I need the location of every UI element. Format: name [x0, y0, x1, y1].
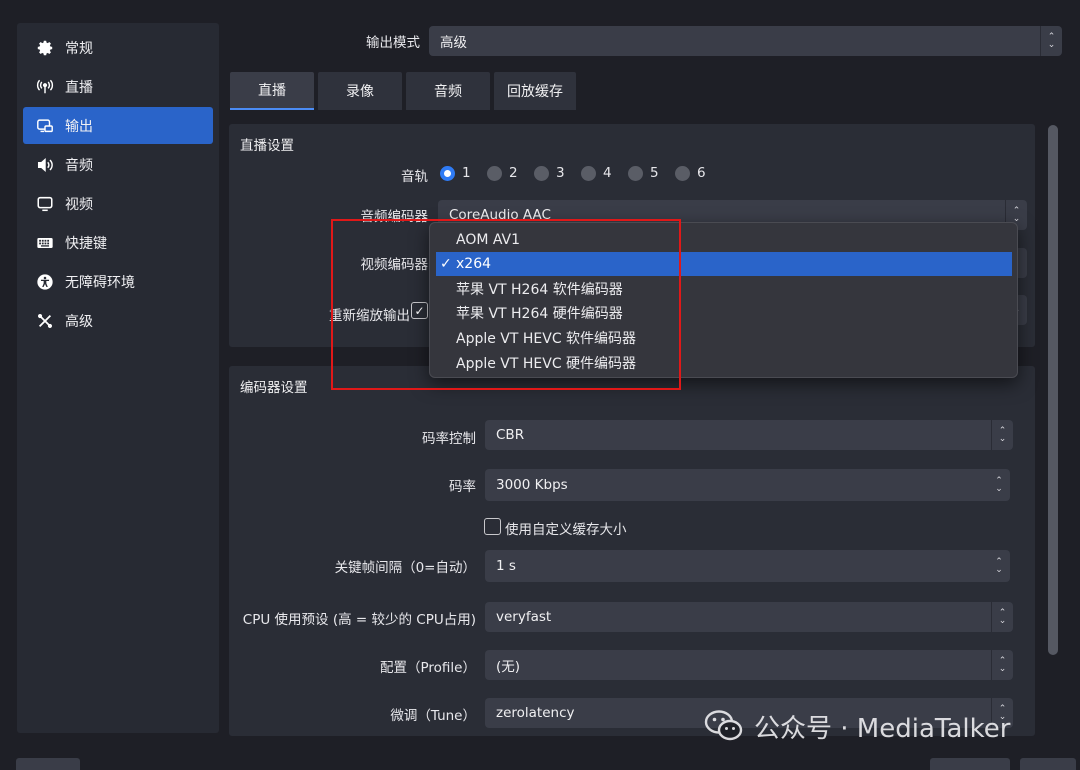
stepper-arrows-icon[interactable]: ⌃ ⌄ — [988, 550, 1010, 582]
gear-icon — [35, 38, 55, 58]
sidebar-item-output[interactable]: 输出 — [23, 107, 213, 144]
sidebar-item-label: 无障碍环境 — [65, 274, 135, 291]
ok-button[interactable] — [1020, 758, 1076, 770]
checkmark-icon: ✓ — [414, 303, 425, 318]
audio-encoder-label: 音频编码器 — [360, 209, 429, 225]
tab-replay-buffer[interactable]: 回放缓存 — [494, 72, 576, 110]
accessibility-icon — [35, 272, 55, 292]
custom-buffer-checkbox[interactable] — [484, 518, 501, 535]
chevron-updown-icon: ⌃ ⌄ — [1040, 26, 1062, 56]
tune-label: 微调（Tune） — [390, 708, 476, 724]
audio-track-label: 音轨 — [401, 169, 428, 185]
sidebar-item-stream[interactable]: 直播 — [23, 68, 213, 105]
chevron-updown-icon: ⌃ ⌄ — [991, 602, 1013, 632]
cancel-button[interactable] — [930, 758, 1010, 770]
rate-control-label: 码率控制 — [422, 431, 476, 447]
chevron-updown-icon: ⌃ ⌄ — [991, 650, 1013, 680]
sidebar-item-label: 高级 — [65, 313, 93, 330]
audio-track-radio-3[interactable]: 3 — [534, 165, 565, 181]
video-encoder-dropdown-menu: AOM AV1 ✓ x264 苹果 VT H264 软件编码器 苹果 VT H26… — [429, 222, 1018, 378]
audio-track-radio-4[interactable]: 4 — [581, 165, 612, 181]
cpu-preset-select[interactable]: veryfast ⌃ ⌄ — [485, 602, 1013, 632]
tools-icon — [35, 311, 55, 331]
radio-icon — [581, 165, 596, 181]
bitrate-label: 码率 — [449, 479, 476, 495]
audio-track-radio-2[interactable]: 2 — [487, 165, 518, 181]
sidebar-item-label: 快捷键 — [65, 235, 107, 252]
bottom-left-button[interactable] — [16, 758, 80, 770]
sidebar-item-label: 视频 — [65, 196, 93, 213]
menu-item-vt-h264-hardware[interactable]: 苹果 VT H264 硬件编码器 — [436, 301, 1012, 325]
sidebar-item-video[interactable]: 视频 — [23, 185, 213, 222]
radio-icon — [487, 165, 502, 181]
rate-control-select[interactable]: CBR ⌃ ⌄ — [485, 420, 1013, 450]
watermark-text: 公众号 · MediaTalker — [754, 713, 1011, 744]
radio-icon — [675, 165, 690, 181]
rescale-output-checkbox[interactable]: ✓ — [411, 302, 428, 319]
menu-item-aom-av1[interactable]: AOM AV1 — [436, 228, 1012, 252]
stepper-arrows-icon[interactable]: ⌃ ⌄ — [988, 469, 1010, 501]
cpu-preset-label: CPU 使用预设 (高 = 较少的 CPU占用) — [242, 612, 476, 628]
tab-recording[interactable]: 录像 — [318, 72, 402, 110]
sidebar-item-audio[interactable]: 音频 — [23, 146, 213, 183]
output-mode-select[interactable]: 高级 ⌃ ⌄ — [429, 26, 1062, 56]
menu-item-vt-h264-software[interactable]: 苹果 VT H264 软件编码器 — [436, 277, 1012, 301]
output-mode-label: 输出模式 — [366, 35, 420, 51]
sidebar-item-advanced[interactable]: 高级 — [23, 302, 213, 339]
radio-selected-icon — [440, 165, 455, 181]
custom-buffer-label: 使用自定义缓存大小 — [505, 522, 627, 538]
video-encoder-label: 视频编码器 — [360, 257, 429, 273]
audio-track-radio-6[interactable]: 6 — [675, 165, 706, 181]
wechat-logo-icon — [704, 710, 743, 741]
radio-icon — [628, 165, 643, 181]
sidebar-item-accessibility[interactable]: 无障碍环境 — [23, 263, 213, 300]
encoder-settings-title: 编码器设置 — [240, 380, 308, 396]
sidebar-item-label: 输出 — [65, 118, 93, 135]
keyboard-icon — [35, 233, 55, 253]
settings-scrollbar[interactable] — [1048, 125, 1058, 655]
chevron-updown-icon: ⌃ ⌄ — [991, 420, 1013, 450]
keyframe-interval-label: 关键帧间隔（0=自动） — [334, 560, 476, 576]
profile-label: 配置（Profile） — [380, 660, 476, 676]
checkmark-icon: ✓ — [440, 256, 452, 272]
sidebar-item-label: 音频 — [65, 157, 93, 174]
monitor-icon — [35, 194, 55, 214]
speaker-icon — [35, 155, 55, 175]
rescale-output-label: 重新缩放输出 — [329, 308, 410, 324]
tab-stream[interactable]: 直播 — [230, 72, 314, 110]
watermark: 公众号 · MediaTalker — [704, 706, 1010, 746]
audio-track-radio-5[interactable]: 5 — [628, 165, 659, 181]
settings-sidebar: 常规 直播 输出 音频 视频 快捷键 无障碍环境 高级 — [17, 23, 219, 733]
profile-select[interactable]: (无) ⌃ ⌄ — [485, 650, 1013, 680]
tab-audio[interactable]: 音频 — [406, 72, 490, 110]
sidebar-item-general[interactable]: 常规 — [23, 29, 213, 66]
stream-settings-title: 直播设置 — [240, 138, 294, 154]
keyframe-interval-spinbox[interactable]: 1 s ⌃ ⌄ — [485, 550, 1010, 582]
broadcast-antenna-icon — [35, 77, 55, 97]
sidebar-item-label: 直播 — [65, 79, 93, 96]
sidebar-item-hotkeys[interactable]: 快捷键 — [23, 224, 213, 261]
sidebar-item-label: 常规 — [65, 40, 93, 57]
radio-icon — [534, 165, 549, 181]
bitrate-spinbox[interactable]: 3000 Kbps ⌃ ⌄ — [485, 469, 1010, 501]
menu-item-vt-hevc-hardware[interactable]: Apple VT HEVC 硬件编码器 — [436, 351, 1012, 375]
audio-track-radio-1[interactable]: 1 — [440, 165, 471, 181]
output-mode-value: 高级 — [440, 35, 467, 51]
output-icon — [35, 116, 55, 136]
menu-item-x264[interactable]: ✓ x264 — [436, 252, 1012, 276]
menu-item-vt-hevc-software[interactable]: Apple VT HEVC 软件编码器 — [436, 326, 1012, 350]
